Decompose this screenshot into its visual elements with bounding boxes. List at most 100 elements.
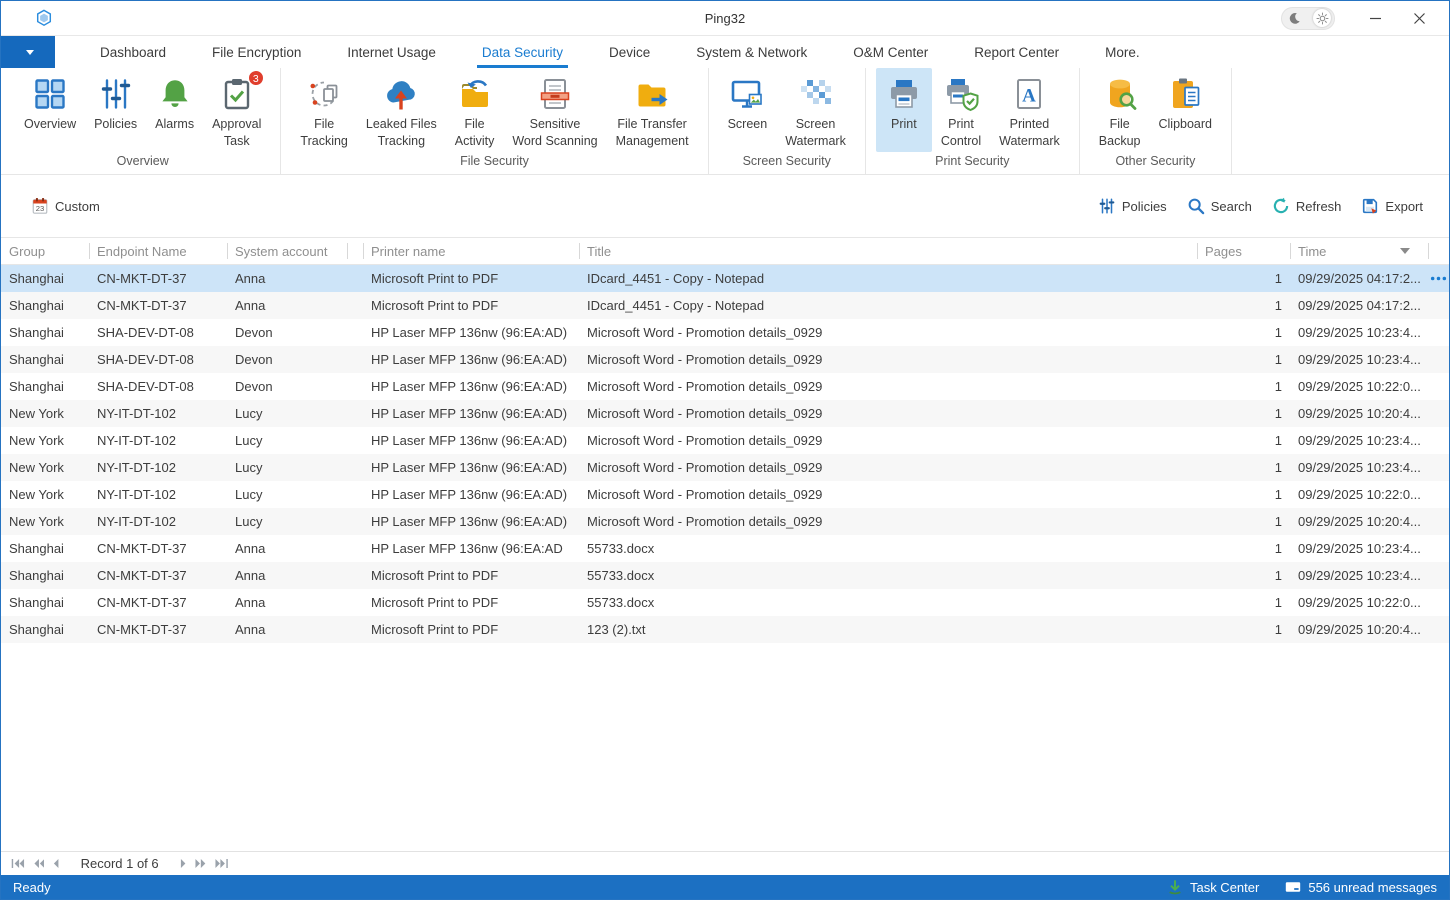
policies-icon bbox=[97, 75, 135, 113]
ribbon-item-clipboard[interactable]: Clipboard bbox=[1150, 68, 1222, 152]
ribbon-item-label: SensitiveWord Scanning bbox=[512, 116, 597, 149]
table-row[interactable]: ShanghaiSHA-DEV-DT-08DevonHP Laser MFP 1… bbox=[1, 346, 1449, 373]
table-row[interactable]: New YorkNY-IT-DT-102LucyHP Laser MFP 136… bbox=[1, 400, 1449, 427]
cell-title: IDcard_4451 - Copy - Notepad bbox=[579, 265, 1197, 292]
unread-messages-button[interactable]: 556 unread messages bbox=[1285, 879, 1437, 895]
nav-next-icon[interactable] bbox=[180, 859, 186, 868]
custom-date-filter-button[interactable]: 23 Custom bbox=[31, 197, 100, 215]
column-header-group[interactable]: Group bbox=[1, 238, 89, 264]
tab-om-center[interactable]: O&M Center bbox=[830, 36, 951, 68]
record-navigator: Record 1 of 6 bbox=[1, 851, 1449, 875]
tab-data-security[interactable]: Data Security bbox=[459, 36, 586, 68]
table-row[interactable]: ShanghaiSHA-DEV-DT-08DevonHP Laser MFP 1… bbox=[1, 319, 1449, 346]
table-row[interactable]: ShanghaiCN-MKT-DT-37AnnaHP Laser MFP 136… bbox=[1, 535, 1449, 562]
tab-more[interactable]: More. bbox=[1082, 36, 1163, 68]
ribbon-item-policies[interactable]: Policies bbox=[85, 68, 146, 152]
column-header-spacer[interactable] bbox=[347, 238, 363, 264]
column-header-title[interactable]: Title bbox=[579, 238, 1197, 264]
tab-dashboard[interactable]: Dashboard bbox=[77, 36, 189, 68]
ribbon-item-overview[interactable]: Overview bbox=[15, 68, 85, 152]
column-header-system-account[interactable]: System account bbox=[227, 238, 347, 264]
cell-printer-name: HP Laser MFP 136nw (96:EA:AD) bbox=[363, 373, 579, 400]
column-header-pages[interactable]: Pages bbox=[1197, 238, 1290, 264]
table-row[interactable]: New YorkNY-IT-DT-102LucyHP Laser MFP 136… bbox=[1, 481, 1449, 508]
tab-report-center[interactable]: Report Center bbox=[951, 36, 1082, 68]
tab-system-network[interactable]: System & Network bbox=[673, 36, 830, 68]
theme-toggle[interactable] bbox=[1281, 7, 1335, 30]
screen-watermark-icon bbox=[797, 75, 835, 113]
ribbon-item-approval-task[interactable]: 3ApprovalTask bbox=[203, 68, 270, 152]
cell-title: 55733.docx bbox=[579, 535, 1197, 562]
ribbon-item-file-transfer-management[interactable]: File TransferManagement bbox=[607, 68, 698, 152]
app-menu-button[interactable] bbox=[1, 36, 55, 68]
nav-next-page-icon[interactable] bbox=[195, 859, 206, 868]
table-row[interactable]: ShanghaiCN-MKT-DT-37AnnaMicrosoft Print … bbox=[1, 562, 1449, 589]
cell-end bbox=[1428, 400, 1449, 427]
cell-group: Shanghai bbox=[1, 535, 89, 562]
column-header-endpoint-name[interactable]: Endpoint Name bbox=[89, 238, 227, 264]
ribbon-item-sensitive-word-scanning[interactable]: SensitiveWord Scanning bbox=[503, 68, 606, 152]
column-header-printer-name[interactable]: Printer name bbox=[363, 238, 579, 264]
main-tabs: DashboardFile EncryptionInternet UsageDa… bbox=[77, 36, 1163, 68]
tab-file-encryption[interactable]: File Encryption bbox=[189, 36, 324, 68]
search-button[interactable]: Search bbox=[1187, 197, 1252, 215]
table-row[interactable]: ShanghaiCN-MKT-DT-37AnnaMicrosoft Print … bbox=[1, 616, 1449, 643]
ribbon-item-label: PrintedWatermark bbox=[999, 116, 1060, 149]
nav-first-icon[interactable] bbox=[11, 859, 25, 868]
table-row[interactable]: New YorkNY-IT-DT-102LucyHP Laser MFP 136… bbox=[1, 508, 1449, 535]
minimize-button[interactable] bbox=[1355, 4, 1395, 32]
ribbon-item-file-activity[interactable]: FileActivity bbox=[446, 68, 504, 152]
table-row[interactable]: ShanghaiSHA-DEV-DT-08DevonHP Laser MFP 1… bbox=[1, 373, 1449, 400]
filter-caret-icon[interactable] bbox=[1400, 248, 1420, 254]
search-icon bbox=[1187, 197, 1205, 215]
table-row[interactable]: ShanghaiCN-MKT-DT-37AnnaMicrosoft Print … bbox=[1, 265, 1449, 292]
ribbon-item-screen[interactable]: Screen bbox=[719, 68, 777, 152]
nav-prev-page-icon[interactable] bbox=[34, 859, 45, 868]
light-mode-sun-icon[interactable] bbox=[1313, 9, 1331, 27]
task-center-button[interactable]: Task Center bbox=[1167, 879, 1259, 895]
cell-printer-name: HP Laser MFP 136nw (96:EA:AD) bbox=[363, 319, 579, 346]
row-actions-ellipsis-icon[interactable] bbox=[1430, 276, 1447, 281]
nav-prev-icon[interactable] bbox=[53, 859, 59, 868]
cell-printer-name: HP Laser MFP 136nw (96:EA:AD) bbox=[363, 508, 579, 535]
column-header-time[interactable]: Time bbox=[1290, 238, 1428, 264]
ribbon-item-print-control[interactable]: PrintControl bbox=[932, 68, 990, 152]
cell-printer-name: HP Laser MFP 136nw (96:EA:AD) bbox=[363, 346, 579, 373]
ribbon-item-printed-watermark[interactable]: A PrintedWatermark bbox=[990, 68, 1069, 152]
close-button[interactable] bbox=[1399, 4, 1439, 32]
ribbon-item-print[interactable]: Print bbox=[876, 68, 932, 152]
table-row[interactable]: New YorkNY-IT-DT-102LucyHP Laser MFP 136… bbox=[1, 427, 1449, 454]
ribbon-item-file-backup[interactable]: FileBackup bbox=[1090, 68, 1150, 152]
cell-title: 123 (2).txt bbox=[579, 616, 1197, 643]
leaked-files-icon bbox=[382, 75, 420, 113]
ribbon-item-leaked-files-tracking[interactable]: Leaked FilesTracking bbox=[357, 68, 446, 152]
refresh-button[interactable]: Refresh bbox=[1272, 197, 1342, 215]
toolbar-button-label: Search bbox=[1211, 199, 1252, 214]
table-row[interactable]: ShanghaiCN-MKT-DT-37AnnaMicrosoft Print … bbox=[1, 292, 1449, 319]
tab-internet-usage[interactable]: Internet Usage bbox=[324, 36, 459, 68]
cell-end bbox=[1428, 373, 1449, 400]
screen-icon bbox=[728, 75, 766, 113]
export-button[interactable]: Export bbox=[1361, 197, 1423, 215]
ribbon-item-label: Screen bbox=[728, 116, 768, 133]
cell-system-account: Anna bbox=[227, 535, 347, 562]
table-row[interactable]: New YorkNY-IT-DT-102LucyHP Laser MFP 136… bbox=[1, 454, 1449, 481]
ribbon-item-file-tracking[interactable]: FileTracking bbox=[291, 68, 356, 152]
cell-spacer bbox=[347, 373, 363, 400]
overview-icon bbox=[31, 75, 69, 113]
tab-device[interactable]: Device bbox=[586, 36, 673, 68]
custom-label: Custom bbox=[55, 199, 100, 214]
svg-text:A: A bbox=[1023, 86, 1037, 107]
cell-group: Shanghai bbox=[1, 589, 89, 616]
refresh-icon bbox=[1272, 197, 1290, 215]
ribbon-item-alarms[interactable]: Alarms bbox=[146, 68, 203, 152]
cell-pages: 1 bbox=[1197, 481, 1290, 508]
dark-mode-moon-icon[interactable] bbox=[1285, 9, 1303, 27]
nav-last-icon[interactable] bbox=[215, 859, 229, 868]
table-row[interactable]: ShanghaiCN-MKT-DT-37AnnaMicrosoft Print … bbox=[1, 589, 1449, 616]
toolbar-button-label: Export bbox=[1385, 199, 1423, 214]
column-header-label: Endpoint Name bbox=[97, 244, 187, 259]
policies-button[interactable]: Policies bbox=[1098, 197, 1167, 215]
record-count-label: Record 1 of 6 bbox=[81, 856, 159, 871]
ribbon-item-screen-watermark[interactable]: ScreenWatermark bbox=[776, 68, 855, 152]
